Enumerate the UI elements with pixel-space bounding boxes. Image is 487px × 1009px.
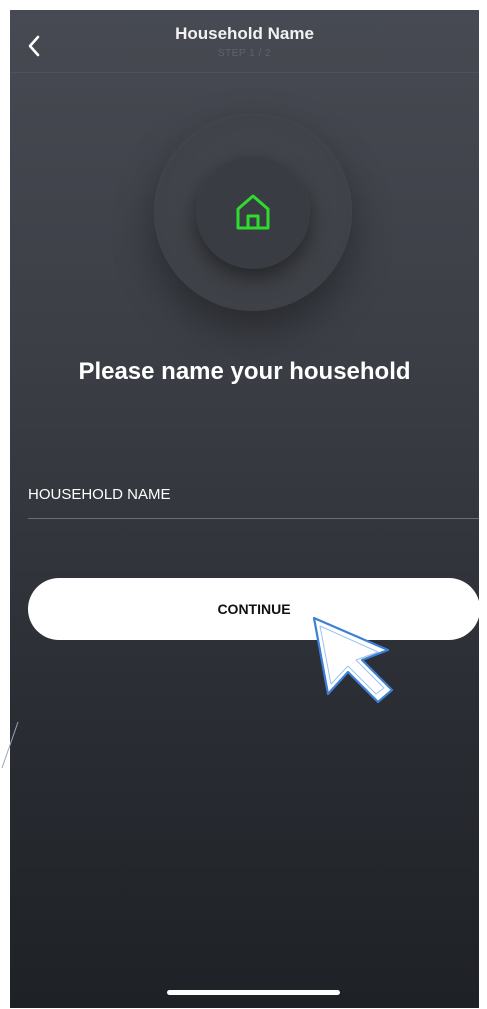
step-indicator: STEP 1 / 2 — [217, 48, 272, 59]
hero-inner-circle — [196, 155, 310, 269]
app-screen: Household Name STEP 1 / 2 Please name yo… — [10, 10, 479, 1008]
page-title: Household Name — [175, 24, 314, 43]
continue-button[interactable]: CONTINUE — [28, 578, 479, 640]
household-prompt: Please name your household — [78, 358, 411, 385]
input-underline — [28, 518, 479, 519]
house-icon — [236, 194, 270, 230]
home-indicator — [167, 990, 340, 995]
header: Household Name STEP 1 / 2 — [10, 10, 479, 73]
household-name-input[interactable] — [28, 478, 479, 520]
